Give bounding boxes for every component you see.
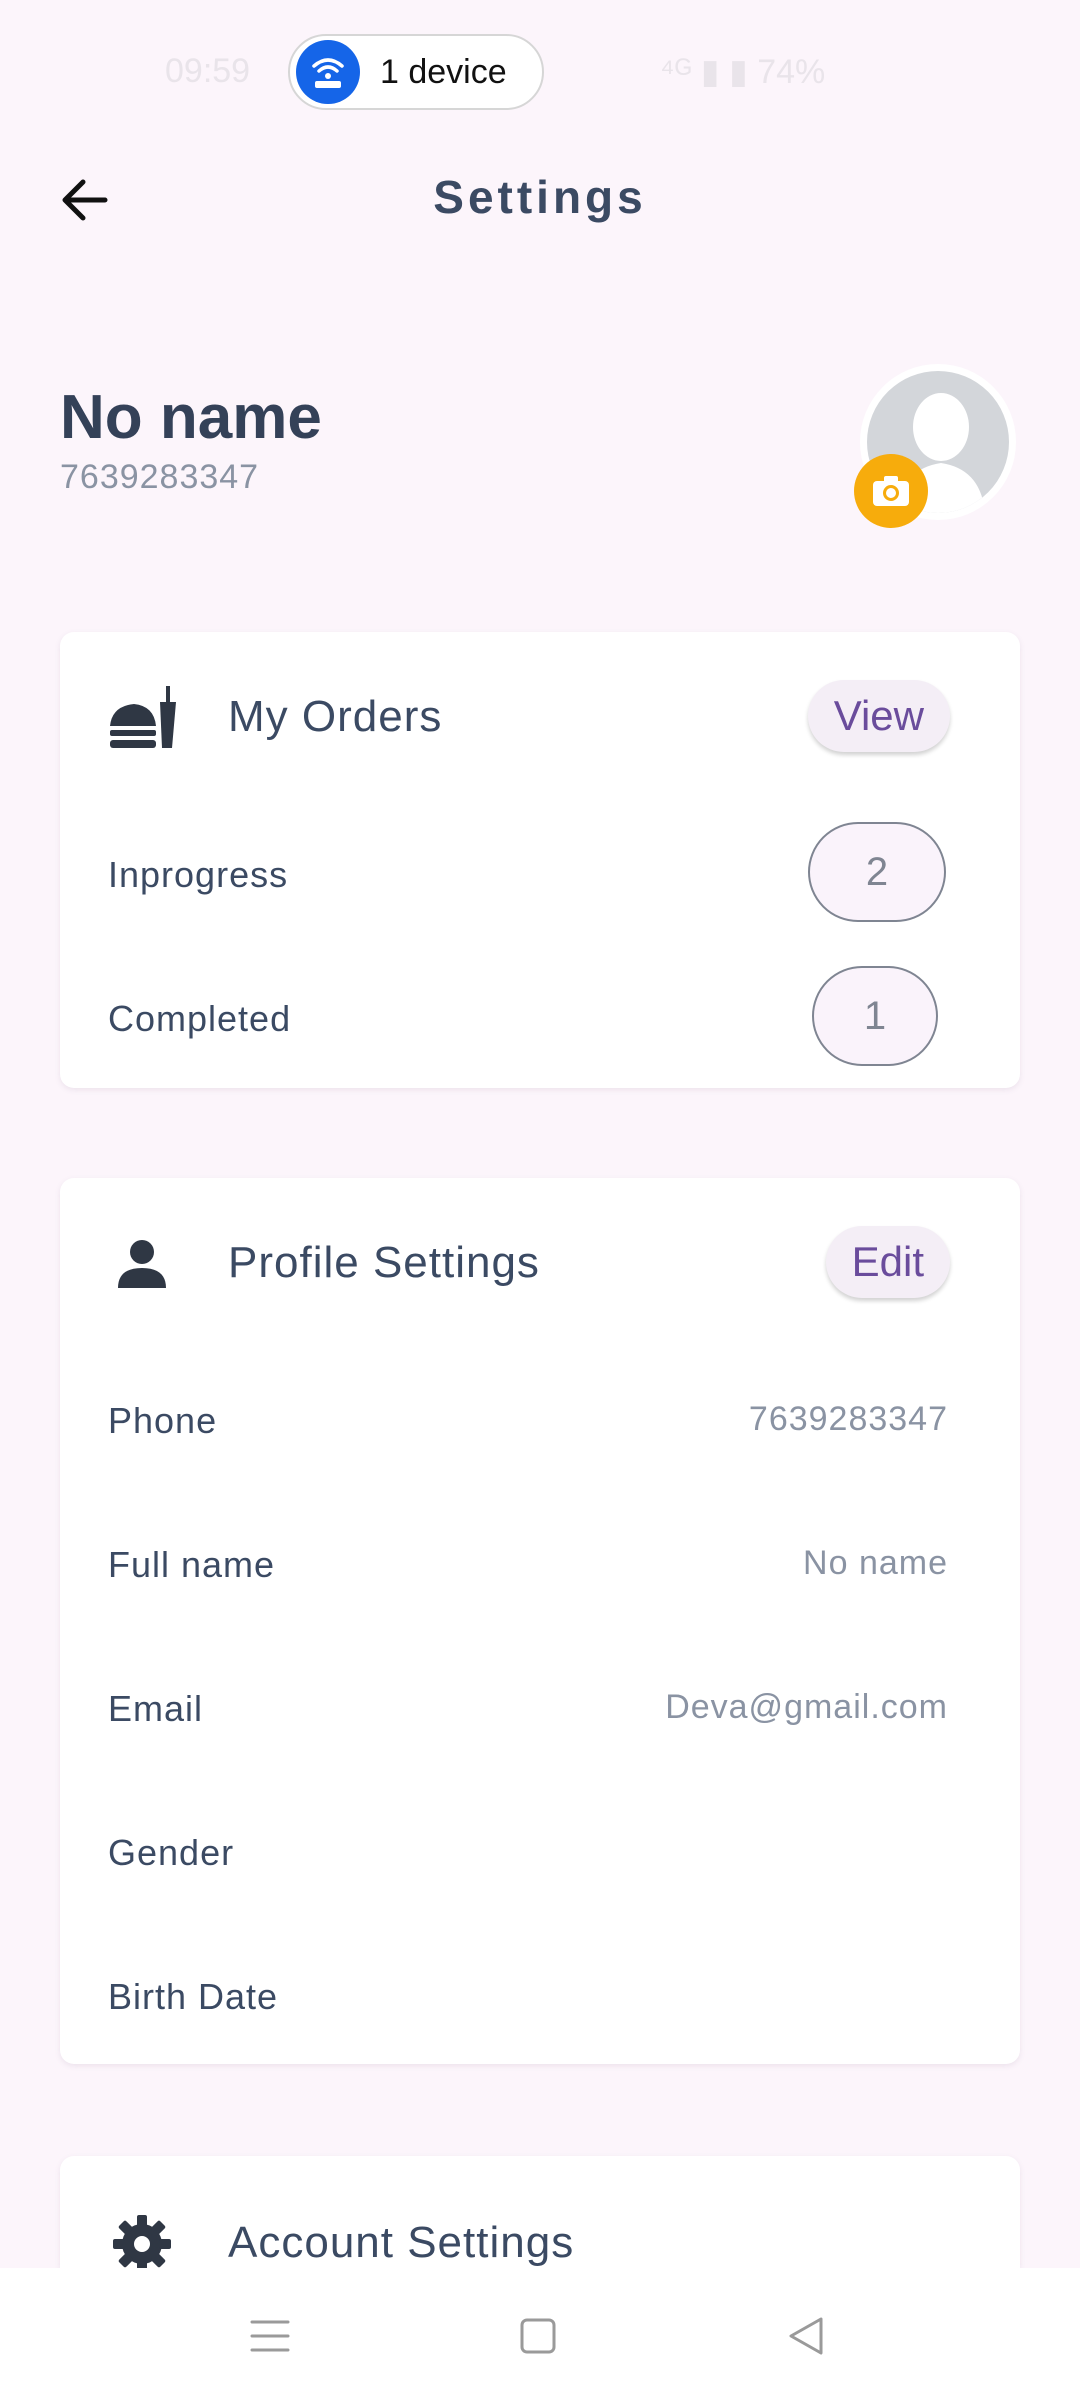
camera-icon xyxy=(873,476,909,506)
profile-settings-title: Profile Settings xyxy=(228,1238,540,1287)
status-right-info: ⁴ᴳ ▮ ▮ 74% xyxy=(660,53,826,91)
edit-profile-button[interactable]: Edit xyxy=(825,1226,950,1298)
completed-label: Completed xyxy=(108,998,292,1039)
hotspot-label: 1 device xyxy=(380,52,507,91)
phone-label: Phone xyxy=(108,1400,218,1441)
gender-label: Gender xyxy=(108,1832,235,1873)
status-bar: 09:59 1 device ⁴ᴳ ▮ ▮ 74% xyxy=(0,0,1080,140)
account-settings-title: Account Settings xyxy=(228,2218,575,2267)
status-time: 09:59 xyxy=(165,52,251,90)
back-nav-button[interactable] xyxy=(776,2306,836,2366)
fullname-value: No name xyxy=(803,1544,948,1582)
profile-row-email[interactable]: Email Deva@gmail.com xyxy=(60,1656,1020,1756)
app-header: Settings xyxy=(0,140,1080,260)
page-title: Settings xyxy=(433,171,647,223)
orders-title: My Orders xyxy=(228,692,443,741)
view-orders-button[interactable]: View xyxy=(807,680,950,752)
order-row-inprogress[interactable]: Inprogress 2 xyxy=(60,822,1020,922)
inprogress-count-badge[interactable]: 2 xyxy=(808,822,946,922)
email-label: Email xyxy=(108,1688,204,1729)
system-nav-bar xyxy=(0,2268,1080,2400)
birthdate-label: Birth Date xyxy=(108,1976,279,2017)
profile-row-phone[interactable]: Phone 7639283347 xyxy=(60,1368,1020,1468)
account-settings-card[interactable]: Account Settings xyxy=(60,2156,1020,2273)
menu-icon xyxy=(250,2320,290,2352)
orders-card: My Orders View Inprogress 2 Completed 1 xyxy=(60,632,1020,1088)
settings-screen: 09:59 1 device ⁴ᴳ ▮ ▮ 74% Settings No na… xyxy=(0,0,1080,2400)
profile-row-gender[interactable]: Gender xyxy=(60,1800,1020,1900)
orders-card-header: My Orders View xyxy=(60,632,1020,797)
profile-settings-card: Profile Settings Edit Phone 7639283347 F… xyxy=(60,1178,1020,2064)
home-nav-button[interactable] xyxy=(508,2306,568,2366)
profile-phone: 7639283347 xyxy=(60,458,260,496)
phone-value: 7639283347 xyxy=(748,1400,948,1438)
order-row-completed[interactable]: Completed 1 xyxy=(60,966,1020,1066)
profile-settings-header: Profile Settings Edit xyxy=(60,1178,1020,1343)
inprogress-label: Inprogress xyxy=(108,854,289,895)
change-photo-button[interactable] xyxy=(854,454,928,528)
email-value: Deva@gmail.com xyxy=(665,1688,948,1726)
menu-nav-button[interactable] xyxy=(240,2306,300,2366)
triangle-back-icon xyxy=(789,2317,823,2355)
square-icon xyxy=(520,2318,556,2354)
person-icon xyxy=(104,1226,180,1302)
hotspot-pill[interactable]: 1 device xyxy=(288,34,544,110)
fastfood-icon xyxy=(104,680,180,756)
profile-row-fullname[interactable]: Full name No name xyxy=(60,1512,1020,1612)
fullname-label: Full name xyxy=(108,1544,276,1585)
profile-name: No name xyxy=(60,383,322,452)
completed-count-badge[interactable]: 1 xyxy=(812,966,938,1066)
profile-row-birthdate[interactable]: Birth Date xyxy=(60,1944,1020,2044)
wifi-router-icon xyxy=(296,40,360,104)
